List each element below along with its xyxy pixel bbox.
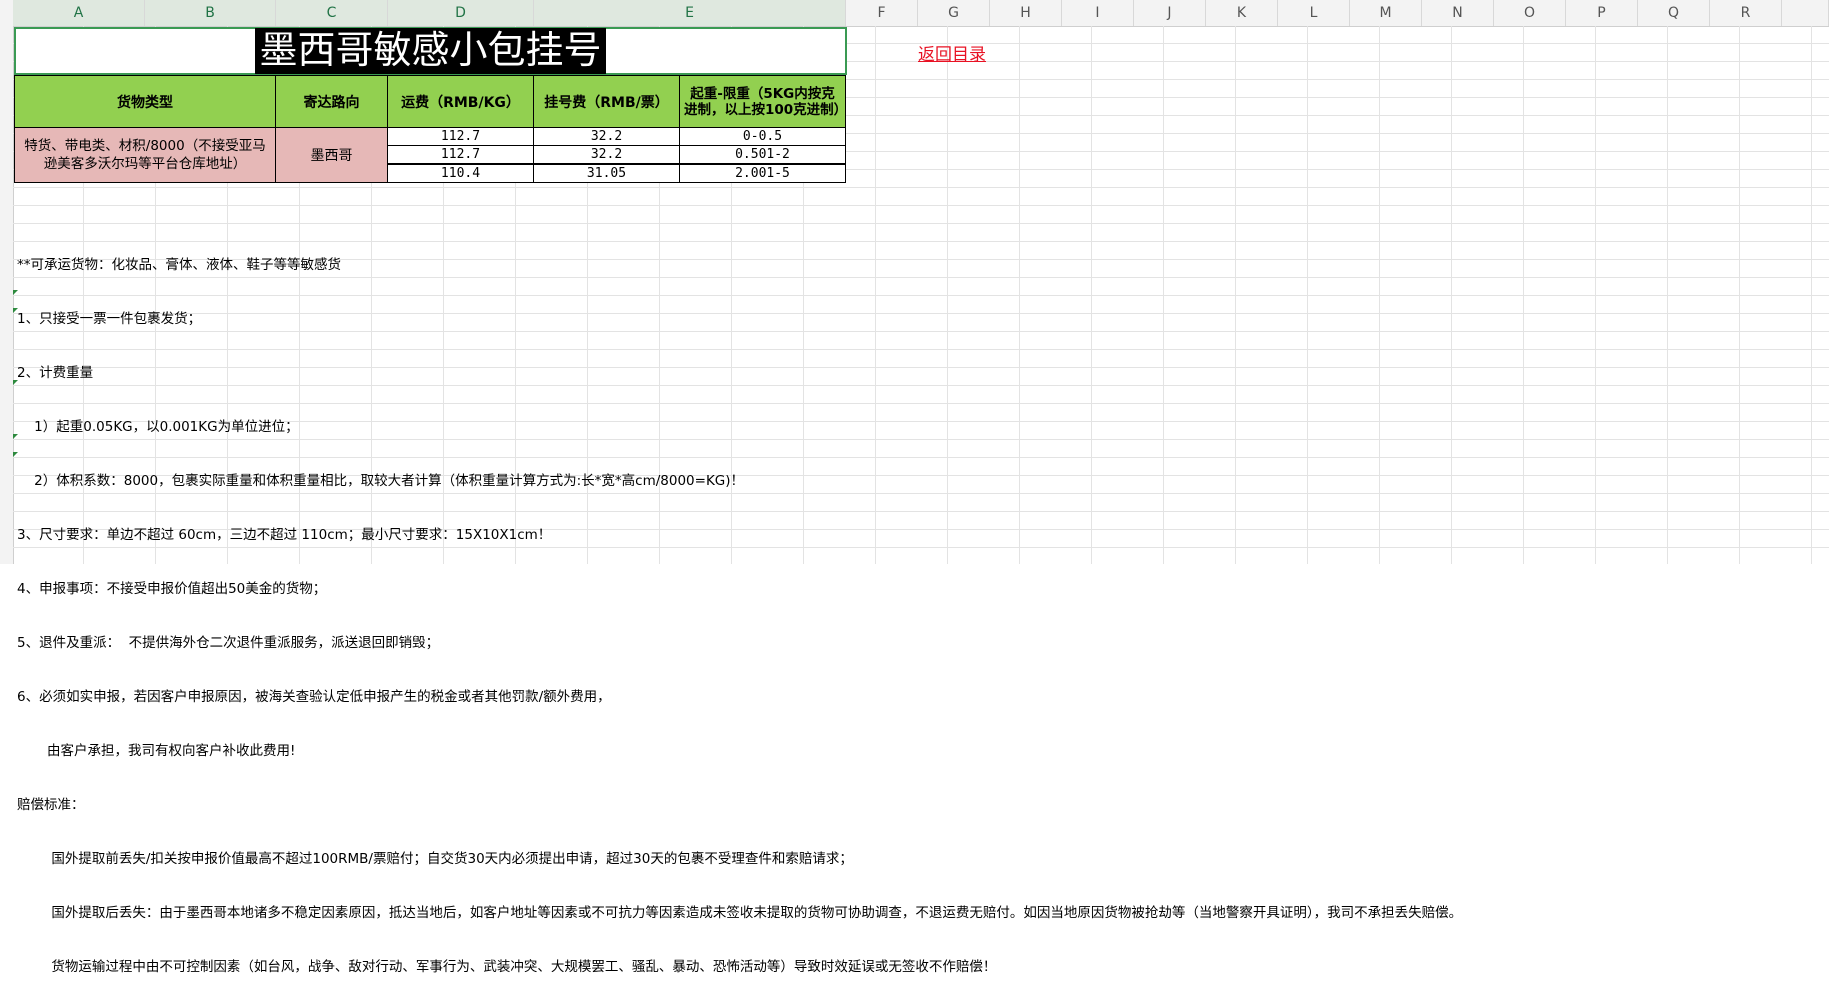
column-header-q[interactable]: Q xyxy=(1638,0,1710,26)
note-line[interactable]: 5、退件及重派： 不提供海外仓二次退件重派服务，派送退回即销毁； xyxy=(17,634,1462,652)
reg-fee-cell-3[interactable]: 31.05 xyxy=(533,164,680,183)
note-line[interactable]: 1）起重0.05KG，以0.001KG为单位进位； xyxy=(17,418,1462,436)
column-header-r[interactable]: R xyxy=(1710,0,1782,26)
destination-cell[interactable]: 墨西哥 xyxy=(275,127,388,183)
column-header-e[interactable]: E xyxy=(534,0,846,26)
weight-cell-2[interactable]: 0.501-2 xyxy=(679,145,846,164)
column-header-f[interactable]: F xyxy=(846,0,918,26)
weight-cell-1[interactable]: 0-0.5 xyxy=(679,127,846,146)
cell-flag-icon xyxy=(13,434,18,439)
cell-flag-icon xyxy=(13,290,18,295)
column-header-a[interactable]: A xyxy=(13,0,145,26)
freight-cell-3[interactable]: 110.4 xyxy=(387,164,534,183)
cell-flag-icon xyxy=(13,380,18,385)
reg-fee-cell-1[interactable]: 32.2 xyxy=(533,127,680,146)
column-header-d[interactable]: D xyxy=(388,0,534,26)
note-line[interactable]: 国外提取前丢失/扣关按申报价值最高不超过100RMB/票赔付；自交货30天内必须… xyxy=(17,850,1462,868)
header-freight[interactable]: 运费（RMB/KG） xyxy=(387,75,534,128)
note-line[interactable]: 国外提取后丢失：由于墨西哥本地诸多不稳定因素原因，抵达当地后，如客户地址等因素或… xyxy=(17,904,1462,922)
title-cell[interactable]: 墨西哥敏感小包挂号 xyxy=(14,27,847,75)
note-line[interactable]: 3、尺寸要求：单边不超过 60cm，三边不超过 110cm；最小尺寸要求：15X… xyxy=(17,526,1462,544)
column-header-i[interactable]: I xyxy=(1062,0,1134,26)
note-line[interactable]: 由客户承担，我司有权向客户补收此费用! xyxy=(17,742,1462,760)
cell-flag-icon xyxy=(13,308,18,313)
note-line[interactable]: 赔偿标准： xyxy=(17,796,1462,814)
column-header-c[interactable]: C xyxy=(276,0,388,26)
freight-cell-1[interactable]: 112.7 xyxy=(387,127,534,146)
column-header-j[interactable]: J xyxy=(1134,0,1206,26)
note-line[interactable]: 货物运输过程中由不可控制因素（如台风，战争、敌对行动、军事行为、武装冲突、大规模… xyxy=(17,958,1462,976)
row-header-strip[interactable] xyxy=(0,26,14,564)
note-line[interactable]: 1、只接受一票一件包裹发货； xyxy=(17,310,1462,328)
header-cargo-type[interactable]: 货物类型 xyxy=(14,75,276,128)
column-header-p[interactable]: P xyxy=(1566,0,1638,26)
column-header-g[interactable]: G xyxy=(918,0,990,26)
header-registration-fee[interactable]: 挂号费（RMB/票） xyxy=(533,75,680,128)
column-header-l[interactable]: L xyxy=(1278,0,1350,26)
note-line[interactable]: 6、必须如实申报，若因客户申报原因，被海关查验认定低申报产生的税金或者其他罚款/… xyxy=(17,688,1462,706)
column-header-h[interactable]: H xyxy=(990,0,1062,26)
cargo-type-cell[interactable]: 特货、带电类、材积/8000（不接受亚马逊美客多沃尔玛等平台仓库地址） xyxy=(14,127,276,183)
note-line[interactable]: 2）体积系数：8000，包裹实际重量和体积重量相比，取较大者计算（体积重量计算方… xyxy=(17,472,1462,490)
cell-flag-icon xyxy=(13,452,18,457)
weight-cell-3[interactable]: 2.001-5 xyxy=(679,164,846,183)
header-destination[interactable]: 寄达路向 xyxy=(275,75,388,128)
column-header-b[interactable]: B xyxy=(145,0,276,26)
column-header-k[interactable]: K xyxy=(1206,0,1278,26)
column-header-m[interactable]: M xyxy=(1350,0,1422,26)
notes-block: **可承运货物：化妆品、膏体、液体、鞋子等等敏感货 1、只接受一票一件包裹发货；… xyxy=(17,220,1462,994)
sheet-title: 墨西哥敏感小包挂号 xyxy=(255,28,606,74)
back-to-index-link[interactable]: 返回目录 xyxy=(918,40,986,65)
freight-cell-2[interactable]: 112.7 xyxy=(387,145,534,164)
header-weight-range[interactable]: 起重-限重（5KG内按克进制，以上按100克进制） xyxy=(679,75,847,128)
note-line[interactable]: **可承运货物：化妆品、膏体、液体、鞋子等等敏感货 xyxy=(17,256,1462,274)
column-header-o[interactable]: O xyxy=(1494,0,1566,26)
reg-fee-cell-2[interactable]: 32.2 xyxy=(533,145,680,164)
column-header-n[interactable]: N xyxy=(1422,0,1494,26)
note-line[interactable]: 4、申报事项：不接受申报价值超出50美金的货物； xyxy=(17,580,1462,598)
column-header-s[interactable] xyxy=(1782,0,1829,26)
note-line[interactable]: 2、计费重量 xyxy=(17,364,1462,382)
column-header-bar: A B C D E F G H I J K L M N O P Q R xyxy=(0,0,1829,27)
